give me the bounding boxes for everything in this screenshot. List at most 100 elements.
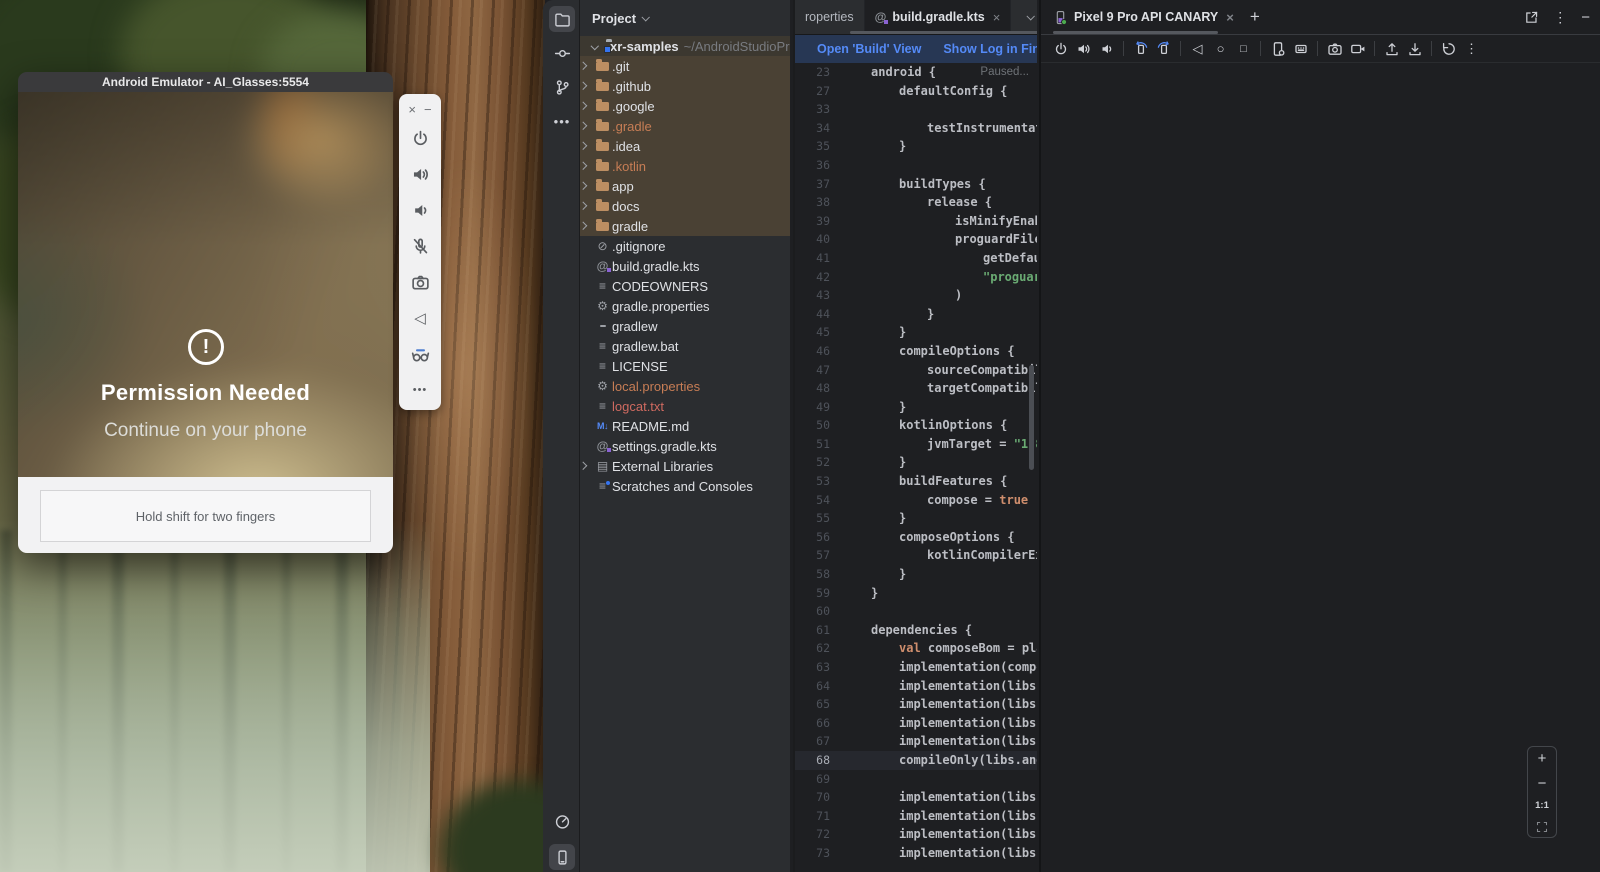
back-icon[interactable]: ◁ bbox=[402, 300, 438, 336]
new-device-tab-icon[interactable]: + bbox=[1242, 7, 1268, 27]
file-type-icon bbox=[593, 325, 612, 327]
device-volume-up-icon[interactable] bbox=[1072, 38, 1095, 60]
smart-glasses-icon[interactable] bbox=[402, 336, 438, 372]
emulator-screen[interactable]: ! Permission Needed Continue on your pho… bbox=[18, 92, 393, 477]
emulator-title-bar[interactable]: Android Emulator - AI_Glasses:5554 bbox=[18, 72, 393, 92]
screenshot-icon[interactable] bbox=[1323, 38, 1346, 60]
more-options-icon[interactable]: ••• bbox=[402, 372, 438, 408]
rotate-right-icon[interactable] bbox=[1152, 38, 1175, 60]
tree-row[interactable]: gradlew bbox=[580, 316, 790, 336]
device-volume-down-icon[interactable] bbox=[1095, 38, 1118, 60]
volume-up-icon[interactable] bbox=[402, 156, 438, 192]
more-tools-icon[interactable]: ••• bbox=[549, 108, 575, 134]
line-number: 53 bbox=[795, 472, 830, 491]
tab-close-icon[interactable]: × bbox=[993, 10, 1001, 25]
line-number: 48 bbox=[795, 379, 830, 398]
file-type-icon bbox=[593, 82, 612, 91]
upload-icon[interactable] bbox=[1380, 38, 1403, 60]
tree-row[interactable]: .idea bbox=[580, 136, 790, 156]
tree-row[interactable]: .git bbox=[580, 56, 790, 76]
line-number: 69 bbox=[795, 770, 830, 789]
project-tool-icon[interactable] bbox=[549, 6, 575, 32]
tab-build-gradle[interactable]: @ build.gradle.kts × bbox=[865, 0, 1012, 34]
tree-row[interactable]: ≡ logcat.txt bbox=[580, 396, 790, 416]
zoom-out-icon[interactable]: − bbox=[1538, 776, 1547, 791]
code-line: 60 bbox=[795, 602, 1037, 621]
open-in-window-icon[interactable] bbox=[1524, 10, 1539, 25]
code-line: 51 jvmTarget = "1.8" bbox=[795, 435, 1037, 454]
line-number: 45 bbox=[795, 323, 830, 342]
mic-off-icon[interactable] bbox=[402, 228, 438, 264]
code-line: 47 sourceCompatibility bbox=[795, 361, 1037, 380]
device-settings-icon[interactable] bbox=[1266, 38, 1289, 60]
screen-record-icon[interactable] bbox=[1346, 38, 1369, 60]
code-area[interactable]: 23 android { 27 defaultConfig { 33 bbox=[795, 63, 1037, 872]
hint-text: Hold shift for two fingers bbox=[136, 509, 275, 524]
camera-icon[interactable] bbox=[402, 264, 438, 300]
tree-row[interactable]: .gradle bbox=[580, 116, 790, 136]
code-line: 65 implementation(libs.andr bbox=[795, 695, 1037, 714]
file-type-icon: ▤ bbox=[593, 459, 612, 473]
code-line: 49 } bbox=[795, 398, 1037, 417]
tree-row[interactable]: .google bbox=[580, 96, 790, 116]
tree-row[interactable]: @ build.gradle.kts bbox=[580, 256, 790, 276]
line-number: 60 bbox=[795, 602, 830, 621]
rotate-left-icon[interactable] bbox=[1129, 38, 1152, 60]
volume-down-icon[interactable] bbox=[402, 192, 438, 228]
tree-row[interactable]: ≡ LICENSE bbox=[580, 356, 790, 376]
home-icon[interactable]: ○ bbox=[1209, 38, 1232, 60]
tree-row[interactable]: @ settings.gradle.kts bbox=[580, 436, 790, 456]
back-icon[interactable]: ◁ bbox=[1186, 38, 1209, 60]
overview-icon[interactable]: □ bbox=[1232, 38, 1255, 60]
file-type-icon bbox=[593, 142, 612, 151]
emulator-toolbar: × − ◁ ••• bbox=[399, 94, 441, 410]
tree-row[interactable]: ⊘ .gitignore bbox=[580, 236, 790, 256]
open-build-view-link[interactable]: Open 'Build' View bbox=[817, 42, 921, 56]
line-number: 41 bbox=[795, 249, 830, 268]
tree-row[interactable]: .kotlin bbox=[580, 156, 790, 176]
emulator-close-button[interactable]: × bbox=[408, 102, 416, 117]
panel-options-icon[interactable]: ⋮ bbox=[1553, 9, 1567, 26]
power-icon[interactable] bbox=[402, 120, 438, 156]
profiler-tool-icon[interactable] bbox=[549, 808, 575, 834]
show-log-link[interactable]: Show Log in Finder bbox=[943, 42, 1037, 56]
tree-row[interactable]: ≡ CODEOWNERS bbox=[580, 276, 790, 296]
tree-row[interactable]: ▤ External Libraries bbox=[580, 456, 790, 476]
device-tab-close-icon[interactable]: × bbox=[1226, 10, 1234, 25]
tree-row[interactable]: ⚙ gradle.properties bbox=[580, 296, 790, 316]
tree-row[interactable]: docs bbox=[580, 196, 790, 216]
tree-item-label: Scratches and Consoles bbox=[612, 479, 753, 494]
toolbar-more-icon[interactable]: ⋮ bbox=[1460, 38, 1483, 60]
panel-minimize-icon[interactable]: − bbox=[1581, 9, 1590, 26]
line-number: 68 bbox=[795, 751, 830, 770]
device-power-icon[interactable] bbox=[1049, 38, 1072, 60]
tree-row[interactable]: ≡ gradlew.bat bbox=[580, 336, 790, 356]
tab-scrollbar[interactable] bbox=[850, 31, 1037, 34]
device-reset-icon[interactable] bbox=[1437, 38, 1460, 60]
tree-row[interactable]: ⚙ local.properties bbox=[580, 376, 790, 396]
tree-row[interactable]: ≡ Scratches and Consoles bbox=[580, 476, 790, 496]
tree-item-label: .github bbox=[612, 79, 651, 94]
hidden-tabs-chevron-icon[interactable] bbox=[1026, 12, 1034, 20]
device-tab[interactable]: Pixel 9 Pro API CANARY × bbox=[1041, 0, 1242, 34]
line-number: 44 bbox=[795, 305, 830, 324]
tree-row[interactable]: app bbox=[580, 176, 790, 196]
tree-row[interactable]: .github bbox=[580, 76, 790, 96]
tree-root-row[interactable]: xr-samples ~/AndroidStudioProje bbox=[580, 36, 790, 56]
zoom-fit-icon[interactable] bbox=[1536, 821, 1548, 833]
editor-scrollbar[interactable] bbox=[1029, 365, 1034, 470]
emulator-minimize-button[interactable]: − bbox=[424, 102, 432, 117]
project-panel-header[interactable]: Project bbox=[580, 0, 790, 36]
hardware-input-icon[interactable] bbox=[1289, 38, 1312, 60]
tree-row[interactable]: M↓ README.md bbox=[580, 416, 790, 436]
tab-gradle-properties[interactable]: roperties bbox=[795, 0, 865, 34]
running-devices-tool-icon[interactable] bbox=[549, 844, 575, 870]
download-icon[interactable] bbox=[1403, 38, 1426, 60]
git-branch-icon[interactable] bbox=[549, 74, 575, 100]
tree-row[interactable]: gradle bbox=[580, 216, 790, 236]
zoom-actual-size[interactable]: 1:1 bbox=[1535, 800, 1549, 811]
line-number: 42 bbox=[795, 268, 830, 287]
file-type-icon: ⚙ bbox=[593, 379, 612, 393]
zoom-in-icon[interactable]: + bbox=[1538, 751, 1547, 766]
commit-tool-icon[interactable] bbox=[549, 40, 575, 66]
